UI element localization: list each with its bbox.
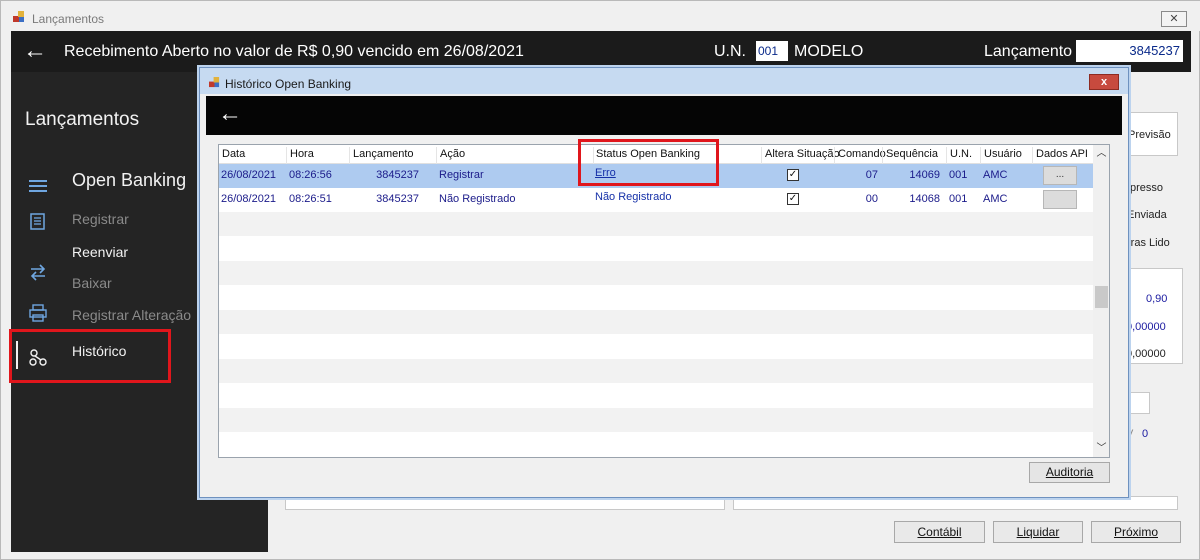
sidebar-item-label: Registrar — [72, 211, 129, 227]
value-3: 0,00000 — [1126, 348, 1166, 360]
panel-bottom-box-right — [733, 496, 1178, 510]
value-1: 0,90 — [1146, 293, 1168, 305]
auditoria-button[interactable]: Auditoria — [1029, 462, 1110, 483]
column-header-hora[interactable]: Hora — [286, 147, 349, 164]
sidebar-item-label: Reenviar — [72, 244, 129, 260]
cell-data: 26/08/2021 — [221, 169, 277, 181]
cell-status: Não Registrado — [595, 191, 672, 203]
vertical-scrollbar[interactable]: ︿ ﹀ — [1093, 145, 1109, 457]
small-field[interactable] — [1128, 392, 1150, 414]
empty-row — [219, 212, 1093, 236]
liquidar-label: Liquidar — [1016, 525, 1060, 539]
cell-acao: Não Registrado — [439, 193, 516, 205]
empty-row — [219, 408, 1093, 432]
dialog-titlebar: Histórico Open Banking x — [200, 68, 1128, 94]
window-title: Lançamentos — [32, 12, 105, 26]
panel-bottom-box-left — [285, 496, 725, 510]
auditoria-label: Auditoria — [1045, 465, 1094, 479]
cell-lancamento: 3845237 — [376, 169, 419, 181]
column-header-lancamento[interactable]: Lançamento — [349, 147, 436, 164]
column-header-un[interactable]: U.N. — [946, 147, 980, 164]
dados-api-button[interactable]: ... — [1043, 166, 1077, 185]
app-icon — [209, 77, 220, 88]
altera-situacao-checkbox[interactable]: ✓ — [787, 193, 799, 205]
back-arrow-icon[interactable]: ← — [218, 102, 242, 126]
dialog-title: Histórico Open Banking — [225, 77, 352, 91]
lancamento-field[interactable]: 3845237 — [1076, 40, 1183, 62]
empty-row — [219, 285, 1093, 309]
proximo-button[interactable]: Próximo — [1091, 521, 1181, 543]
sidebar-group-title: Open Banking — [72, 170, 187, 190]
column-header-dados-api[interactable]: Dados API — [1032, 147, 1093, 164]
cell-sequencia: 14068 — [909, 193, 940, 205]
cell-acao: Registrar — [439, 169, 484, 181]
dados-api-button[interactable] — [1043, 190, 1077, 209]
empty-row — [219, 236, 1093, 260]
highlight-box-historico — [9, 329, 171, 383]
column-header-altera-situacao[interactable]: Altera Situação — [761, 147, 840, 164]
document-icon — [30, 213, 45, 230]
cell-usuario: AMC — [983, 193, 1008, 205]
v-value: 0 — [1142, 428, 1149, 440]
empty-row — [219, 261, 1093, 285]
contabil-label: Contábil — [917, 525, 962, 539]
barras-lido-label: rras Lido — [1127, 237, 1170, 249]
cell-un: 001 — [949, 193, 968, 205]
column-header-sequencia[interactable]: Sequência — [882, 147, 946, 164]
cell-usuario: AMC — [983, 169, 1008, 181]
cell-lancamento: 3845237 — [376, 193, 419, 205]
historico-dialog: Histórico Open Banking x ← Data Hora Lan… — [199, 67, 1129, 498]
sidebar-section-title: Lançamentos — [25, 109, 140, 130]
highlight-box-status — [578, 139, 719, 186]
window-titlebar: Lançamentos ✕ — [1, 1, 1200, 31]
un-field[interactable]: 001 — [756, 41, 788, 61]
liquidar-button[interactable]: Liquidar — [993, 521, 1083, 543]
empty-row — [219, 383, 1093, 407]
cell-comando: 07 — [865, 169, 878, 181]
dialog-close-button[interactable]: x — [1089, 74, 1119, 90]
value-2: 0,00000 — [1126, 321, 1166, 333]
cell-un: 001 — [949, 169, 968, 181]
modelo-label: MODELO — [794, 43, 864, 60]
cell-sequencia: 14069 — [909, 169, 940, 181]
contabil-button[interactable]: Contábil — [894, 521, 985, 543]
column-header-comando[interactable]: Comando — [834, 147, 886, 164]
app-icon — [13, 11, 24, 22]
header-bar: ← Recebimento Aberto no valor de R$ 0,90… — [11, 31, 1191, 72]
previsao-label: Previsão — [1128, 129, 1171, 141]
empty-row — [219, 310, 1093, 334]
altera-situacao-checkbox[interactable]: ✓ — [787, 169, 799, 181]
page-headline: Recebimento Aberto no valor de R$ 0,90 v… — [64, 43, 524, 60]
empty-row — [219, 359, 1093, 383]
cell-hora: 08:26:56 — [289, 169, 332, 181]
table-row[interactable]: 26/08/2021 08:26:51 3845237 Não Registra… — [219, 188, 1093, 212]
cell-data: 26/08/2021 — [221, 193, 277, 205]
empty-row — [219, 432, 1093, 456]
hamburger-menu-icon[interactable] — [29, 176, 47, 194]
sidebar-item-label: Baixar — [72, 275, 112, 291]
enviada-label: Enviada — [1127, 209, 1167, 221]
cell-comando: 00 — [865, 193, 878, 205]
impresso-label: presso — [1130, 182, 1164, 194]
column-header-acao[interactable]: Ação — [436, 147, 593, 164]
scroll-up-icon[interactable]: ︿ — [1093, 145, 1109, 162]
un-label: U.N. — [714, 43, 746, 60]
dialog-header-bar: ← — [206, 96, 1122, 135]
proximo-label: Próximo — [1113, 525, 1158, 539]
column-header-usuario[interactable]: Usuário — [980, 147, 1032, 164]
historico-grid: Data Hora Lançamento Ação Status Open Ba… — [218, 144, 1110, 458]
lancamentos-window: Lançamentos ✕ ← Recebimento Aberto no va… — [0, 0, 1200, 560]
empty-row — [219, 334, 1093, 358]
window-close-button[interactable]: ✕ — [1161, 11, 1187, 27]
scroll-thumb[interactable] — [1095, 286, 1108, 308]
column-header-data[interactable]: Data — [219, 147, 286, 164]
cell-hora: 08:26:51 — [289, 193, 332, 205]
printer-icon — [29, 304, 47, 322]
back-arrow-icon[interactable]: ← — [23, 39, 47, 63]
scroll-down-icon[interactable]: ﹀ — [1093, 440, 1109, 457]
lancamento-label: Lançamento — [984, 43, 1073, 60]
sidebar-item-label: Registrar Alteração — [72, 307, 192, 323]
